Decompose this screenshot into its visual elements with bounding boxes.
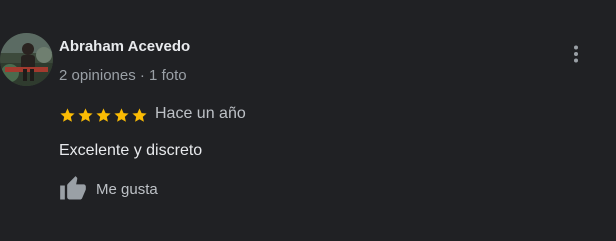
star-icon [114, 107, 129, 122]
star-icon [132, 107, 147, 122]
star-rating [59, 105, 149, 125]
more-options-button[interactable] [562, 40, 590, 68]
review-date: Hace un año [155, 105, 246, 122]
author-name[interactable]: Abraham Acevedo [59, 38, 190, 55]
thumb-up-icon [60, 176, 86, 200]
like-label: Me gusta [96, 180, 158, 198]
author-avatar[interactable] [0, 33, 53, 86]
author-meta: 2 opiniones · 1 foto [59, 67, 187, 84]
like-button[interactable]: Me gusta [58, 174, 158, 204]
review-text: Excelente y discreto [59, 142, 203, 159]
star-icon [78, 107, 93, 122]
review-card: Abraham Acevedo 2 opiniones · 1 foto Hac… [0, 0, 616, 241]
star-icon [60, 107, 75, 122]
star-icon [96, 107, 111, 122]
more-vertical-icon [574, 45, 578, 63]
